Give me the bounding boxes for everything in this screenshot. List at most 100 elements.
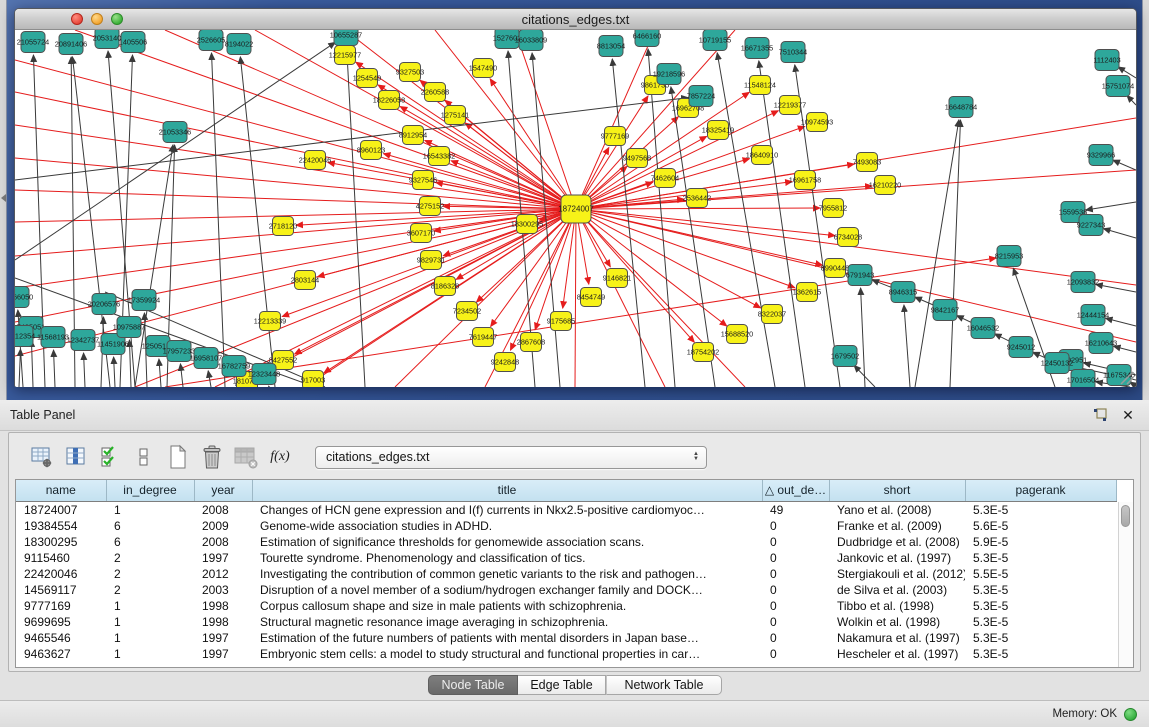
column-header-4[interactable]: △ out_de… <box>762 480 829 501</box>
column-header-0[interactable]: name <box>16 480 106 501</box>
table-cell[interactable]: 1998 <box>194 614 252 630</box>
table-cell[interactable]: 9699695 <box>16 614 106 630</box>
table-cell[interactable]: 0 <box>762 646 829 662</box>
table-cell[interactable]: Franke et al. (2009) <box>829 518 965 534</box>
table-cell[interactable]: Changes of HCN gene expression and I(f) … <box>252 501 762 518</box>
network-window-titlebar[interactable]: citations_edges.txt <box>15 9 1136 30</box>
table-cell[interactable]: 2008 <box>194 501 252 518</box>
table-cell[interactable]: 1997 <box>194 646 252 662</box>
table-cell[interactable]: 5.9E-5 <box>965 534 1116 550</box>
new-document-icon[interactable] <box>163 443 193 471</box>
table-cell[interactable]: Stergiakouli et al. (2012) <box>829 566 965 582</box>
table-cell[interactable]: 1 <box>106 614 194 630</box>
function-builder-icon[interactable]: f(x) <box>265 443 295 471</box>
table-cell[interactable]: 5.3E-5 <box>965 630 1116 646</box>
table-cell[interactable]: 0 <box>762 550 829 566</box>
table-cell[interactable]: Jankovic et al. (1997) <box>829 550 965 566</box>
tab-network-table[interactable]: Network Table <box>606 675 722 695</box>
delete-trash-icon[interactable] <box>197 443 227 471</box>
table-cell[interactable]: 49 <box>762 501 829 518</box>
table-cell[interactable]: 9777169 <box>16 598 106 614</box>
table-cell[interactable]: 18724007 <box>16 501 106 518</box>
table-cell[interactable]: 0 <box>762 614 829 630</box>
close-panel-icon[interactable]: ✕ <box>1119 407 1137 423</box>
table-cell[interactable]: 1 <box>106 646 194 662</box>
table-scrollbar-thumb[interactable] <box>1121 505 1130 527</box>
select-checks-icon[interactable] <box>95 443 125 471</box>
table-cell[interactable]: 2 <box>106 566 194 582</box>
tab-node-table[interactable]: Node Table <box>428 675 518 695</box>
table-cell[interactable]: 2012 <box>194 566 252 582</box>
table-scrollbar[interactable] <box>1118 502 1133 667</box>
table-cell[interactable]: 1997 <box>194 630 252 646</box>
table-cell[interactable]: 2 <box>106 582 194 598</box>
table-cell[interactable]: 2008 <box>194 534 252 550</box>
table-cell[interactable]: 2009 <box>194 518 252 534</box>
table-cell[interactable]: 22420046 <box>16 566 106 582</box>
table-cell[interactable]: Yano et al. (2008) <box>829 501 965 518</box>
table-cell[interactable]: Tourette syndrome. Phenomenology and cla… <box>252 550 762 566</box>
column-header-6[interactable]: pagerank <box>965 480 1116 501</box>
table-cell[interactable]: 5.3E-5 <box>965 646 1116 662</box>
show-columns-icon[interactable] <box>61 443 91 471</box>
close-window-button[interactable] <box>71 13 83 25</box>
table-cell[interactable]: 1 <box>106 598 194 614</box>
table-cell[interactable]: Tibbo et al. (1998) <box>829 598 965 614</box>
table-cell[interactable]: 18300295 <box>16 534 106 550</box>
table-cell[interactable]: Genome-wide association studies in ADHD. <box>252 518 762 534</box>
table-cell[interactable]: 0 <box>762 582 829 598</box>
column-header-3[interactable]: title <box>252 480 762 501</box>
table-cell[interactable]: Structural magnetic resonance image aver… <box>252 614 762 630</box>
table-cell[interactable]: Disruption of a novel member of a sodium… <box>252 582 762 598</box>
column-header-2[interactable]: year <box>194 480 252 501</box>
table-cell[interactable]: Investigating the contribution of common… <box>252 566 762 582</box>
table-cell[interactable]: 2003 <box>194 582 252 598</box>
table-cell[interactable]: 1 <box>106 501 194 518</box>
table-cell[interactable]: Hescheler et al. (1997) <box>829 646 965 662</box>
tab-edge-table[interactable]: Edge Table <box>518 675 606 695</box>
table-cell[interactable]: 19384554 <box>16 518 106 534</box>
table-cell[interactable]: Embryonic stem cells: a model to study s… <box>252 646 762 662</box>
table-cell[interactable]: 6 <box>106 534 194 550</box>
table-cell[interactable]: 0 <box>762 534 829 550</box>
table-cell[interactable]: 5.6E-5 <box>965 518 1116 534</box>
table-cell[interactable]: 5.5E-5 <box>965 566 1116 582</box>
table-cell[interactable]: 1 <box>106 630 194 646</box>
table-cell[interactable]: 2 <box>106 550 194 566</box>
table-selector-dropdown[interactable]: citations_edges.txt ▲▼ <box>315 446 707 469</box>
network-canvas[interactable]: 1872400712215977125454918226058932750322… <box>15 30 1136 387</box>
float-panel-icon[interactable] <box>1091 407 1109 423</box>
table-cell[interactable]: 0 <box>762 630 829 646</box>
table-cell[interactable]: 5.3E-5 <box>965 582 1116 598</box>
table-cell[interactable]: 9115460 <box>16 550 106 566</box>
table-settings-icon[interactable] <box>27 443 57 471</box>
table-cell[interactable]: de Silva et al. (2003) <box>829 582 965 598</box>
table-cell[interactable]: 1997 <box>194 550 252 566</box>
table-cell[interactable]: Estimation of the future numbers of pati… <box>252 630 762 646</box>
table-cell[interactable]: 5.3E-5 <box>965 550 1116 566</box>
table-cell[interactable]: 5.3E-5 <box>965 598 1116 614</box>
memory-status-indicator[interactable] <box>1124 708 1137 721</box>
table-cell[interactable]: Corpus callosum shape and size in male p… <box>252 598 762 614</box>
table-cell[interactable]: Estimation of significance thresholds fo… <box>252 534 762 550</box>
column-header-1[interactable]: in_degree <box>106 480 194 501</box>
row-boxes-icon[interactable] <box>129 443 159 471</box>
delete-table-icon[interactable] <box>231 443 261 471</box>
table-cell[interactable]: Dudbridge et al. (2008) <box>829 534 965 550</box>
table-cell[interactable]: 0 <box>762 566 829 582</box>
table-cell[interactable]: 0 <box>762 518 829 534</box>
table-cell[interactable]: 6 <box>106 518 194 534</box>
table-cell[interactable]: 0 <box>762 598 829 614</box>
minimize-window-button[interactable] <box>91 13 103 25</box>
table-cell[interactable]: 9463627 <box>16 646 106 662</box>
table-cell[interactable]: 1998 <box>194 598 252 614</box>
table-cell[interactable]: 9465546 <box>16 630 106 646</box>
column-header-5[interactable]: short <box>829 480 965 501</box>
table-cell[interactable]: Wolkin et al. (1998) <box>829 614 965 630</box>
table-cell[interactable]: 5.3E-5 <box>965 614 1116 630</box>
table-cell[interactable]: 14569117 <box>16 582 106 598</box>
zoom-window-button[interactable] <box>111 13 123 25</box>
panel-collapse-arrow[interactable] <box>1 194 6 202</box>
table-cell[interactable]: Nakamura et al. (1997) <box>829 630 965 646</box>
table-cell[interactable]: 5.3E-5 <box>965 501 1116 518</box>
